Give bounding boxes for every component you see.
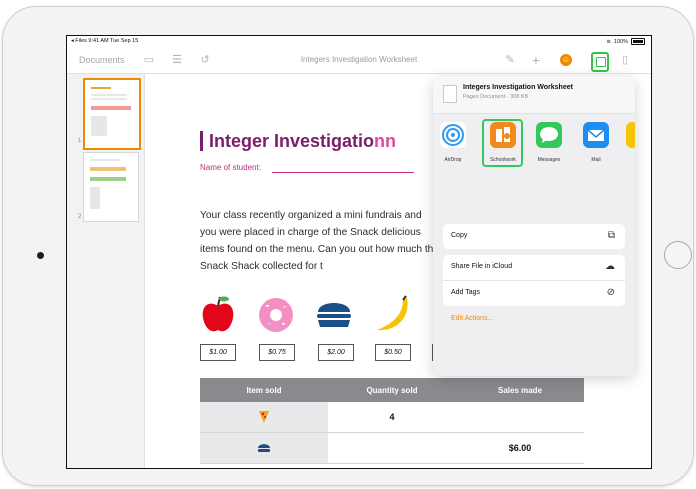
item-cell <box>200 402 328 432</box>
edit-actions-link[interactable]: Edit Actions... <box>451 315 493 322</box>
sales-table: Item sold Quantity sold Sales made 4 $6.… <box>200 378 584 464</box>
action-group: Copy ⧉ <box>443 224 625 249</box>
page-number: 2 <box>78 214 82 220</box>
price-box: $0.50 <box>375 344 411 361</box>
item-cell <box>200 433 328 463</box>
burger-icon <box>258 444 270 452</box>
worksheet-title: Integer Investigationn <box>200 131 460 151</box>
share-sheet-header: Integers Investigation Worksheet Pages D… <box>433 76 635 114</box>
column-header: Item sold <box>246 385 282 395</box>
page-thumbnail[interactable] <box>83 78 141 150</box>
donut-icon <box>259 298 293 332</box>
app-row: AirDrop Schoolwork Messages Mail <box>433 114 635 168</box>
add-icon[interactable]: + <box>529 53 543 67</box>
action-group: Share File in iCloud ☁ Add Tags ⊘ <box>443 255 625 306</box>
toolbar: Documents ▭ ☰ ↺ Integers Investigation W… <box>67 47 651 74</box>
instructions-paragraph: Your class recently organized a mini fun… <box>200 210 439 272</box>
messages-icon[interactable] <box>536 122 562 148</box>
battery-icon <box>631 38 645 45</box>
add-tags-action[interactable]: Add Tags ⊘ <box>443 280 625 306</box>
mail-icon[interactable] <box>583 122 609 148</box>
table-row: $6.00 <box>200 433 584 464</box>
action-label: Add Tags <box>451 289 481 296</box>
copy-icon: ⧉ <box>607 230 615 241</box>
icloud-share-icon: ☁ <box>605 261 615 272</box>
document-icon <box>443 85 457 103</box>
shared-document-info: Pages Document · 308 KB <box>463 94 529 100</box>
burger-icon <box>317 303 351 327</box>
tag-icon: ⊘ <box>606 287 615 298</box>
column-header: Sales made <box>497 385 543 395</box>
student-label: Name of student: <box>200 163 261 172</box>
price-box: $2.00 <box>318 344 354 361</box>
sales-cell[interactable] <box>456 402 584 432</box>
student-name-line[interactable] <box>272 172 414 173</box>
copy-action[interactable]: Copy ⧉ <box>443 224 625 249</box>
screen: ◂ Files 9:41 AM Tue Sep 15 ≋ 100% Docume… <box>66 35 652 469</box>
table-header: Item sold Quantity sold Sales made <box>200 378 584 402</box>
share-button[interactable] <box>591 52 609 72</box>
status-bar: ◂ Files 9:41 AM Tue Sep 15 ≋ 100% <box>67 36 651 47</box>
pizza-icon <box>259 411 269 423</box>
action-label: Copy <box>451 232 468 239</box>
worksheet-title-text: Integer Investigatio <box>209 131 375 151</box>
thumbnail-sidebar: 1 2 <box>67 74 145 468</box>
battery-percent: 100% <box>613 38 628 45</box>
worksheet-title-suffix: nn <box>374 131 397 151</box>
app-label: AirDrop <box>444 157 462 163</box>
notes-icon[interactable] <box>626 122 635 148</box>
page-thumbnail[interactable] <box>83 152 139 222</box>
home-button[interactable] <box>664 241 692 269</box>
wifi-icon: ≋ <box>606 38 611 45</box>
price-box: $1.00 <box>200 344 236 361</box>
banana-icon <box>377 295 408 331</box>
airdrop-icon[interactable] <box>440 122 466 148</box>
app-label: Schoolwork <box>490 157 516 163</box>
collaborator-icon[interactable]: ☺ <box>560 54 572 66</box>
document-heading: Integer Investigationn Name of student: <box>200 131 460 173</box>
column-header: Quantity sold <box>366 385 418 395</box>
front-camera <box>37 252 44 259</box>
action-label: Share File in iCloud <box>451 263 513 270</box>
quantity-cell[interactable]: 4 <box>328 402 456 432</box>
status-right: ≋ 100% <box>606 38 645 45</box>
student-name-row: Name of student: <box>200 163 440 173</box>
table-row: 4 <box>200 402 584 433</box>
page-number: 1 <box>78 138 82 144</box>
document-setup-icon[interactable]: ▯ <box>618 53 632 67</box>
sales-cell[interactable]: $6.00 <box>456 433 584 463</box>
price-box: $0.75 <box>259 344 295 361</box>
shared-document-title: Integers Investigation Worksheet <box>463 84 573 91</box>
format-brush-icon[interactable]: ✎ <box>503 53 517 67</box>
apple-icon <box>202 296 234 332</box>
status-left: ◂ Files 9:41 AM Tue Sep 15 <box>71 38 139 44</box>
app-label: Messages <box>537 157 561 163</box>
schoolwork-icon[interactable] <box>490 122 516 148</box>
share-icloud-action[interactable]: Share File in iCloud ☁ <box>443 255 625 280</box>
app-label: Mail <box>591 157 601 163</box>
share-sheet: Integers Investigation Worksheet Pages D… <box>433 76 635 376</box>
quantity-cell[interactable] <box>328 433 456 463</box>
